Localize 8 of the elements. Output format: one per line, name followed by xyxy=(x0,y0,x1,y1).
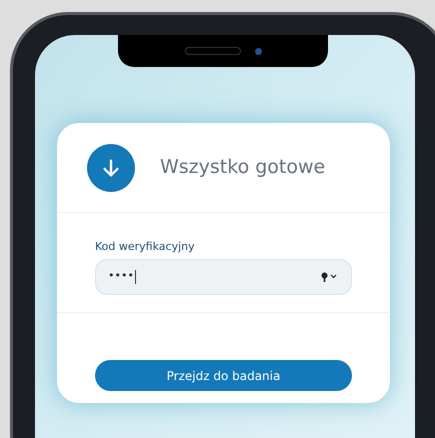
download-icon xyxy=(87,144,135,192)
start-button[interactable]: Przejdz do badania xyxy=(95,360,352,391)
camera-icon xyxy=(254,48,262,54)
card-title: Wszystko gotowe xyxy=(160,155,326,180)
speaker-icon xyxy=(184,47,240,55)
field-label: Kod weryfikacyjny xyxy=(95,239,196,255)
key-icon[interactable] xyxy=(321,272,337,282)
password-field[interactable]: •••• xyxy=(95,258,352,294)
